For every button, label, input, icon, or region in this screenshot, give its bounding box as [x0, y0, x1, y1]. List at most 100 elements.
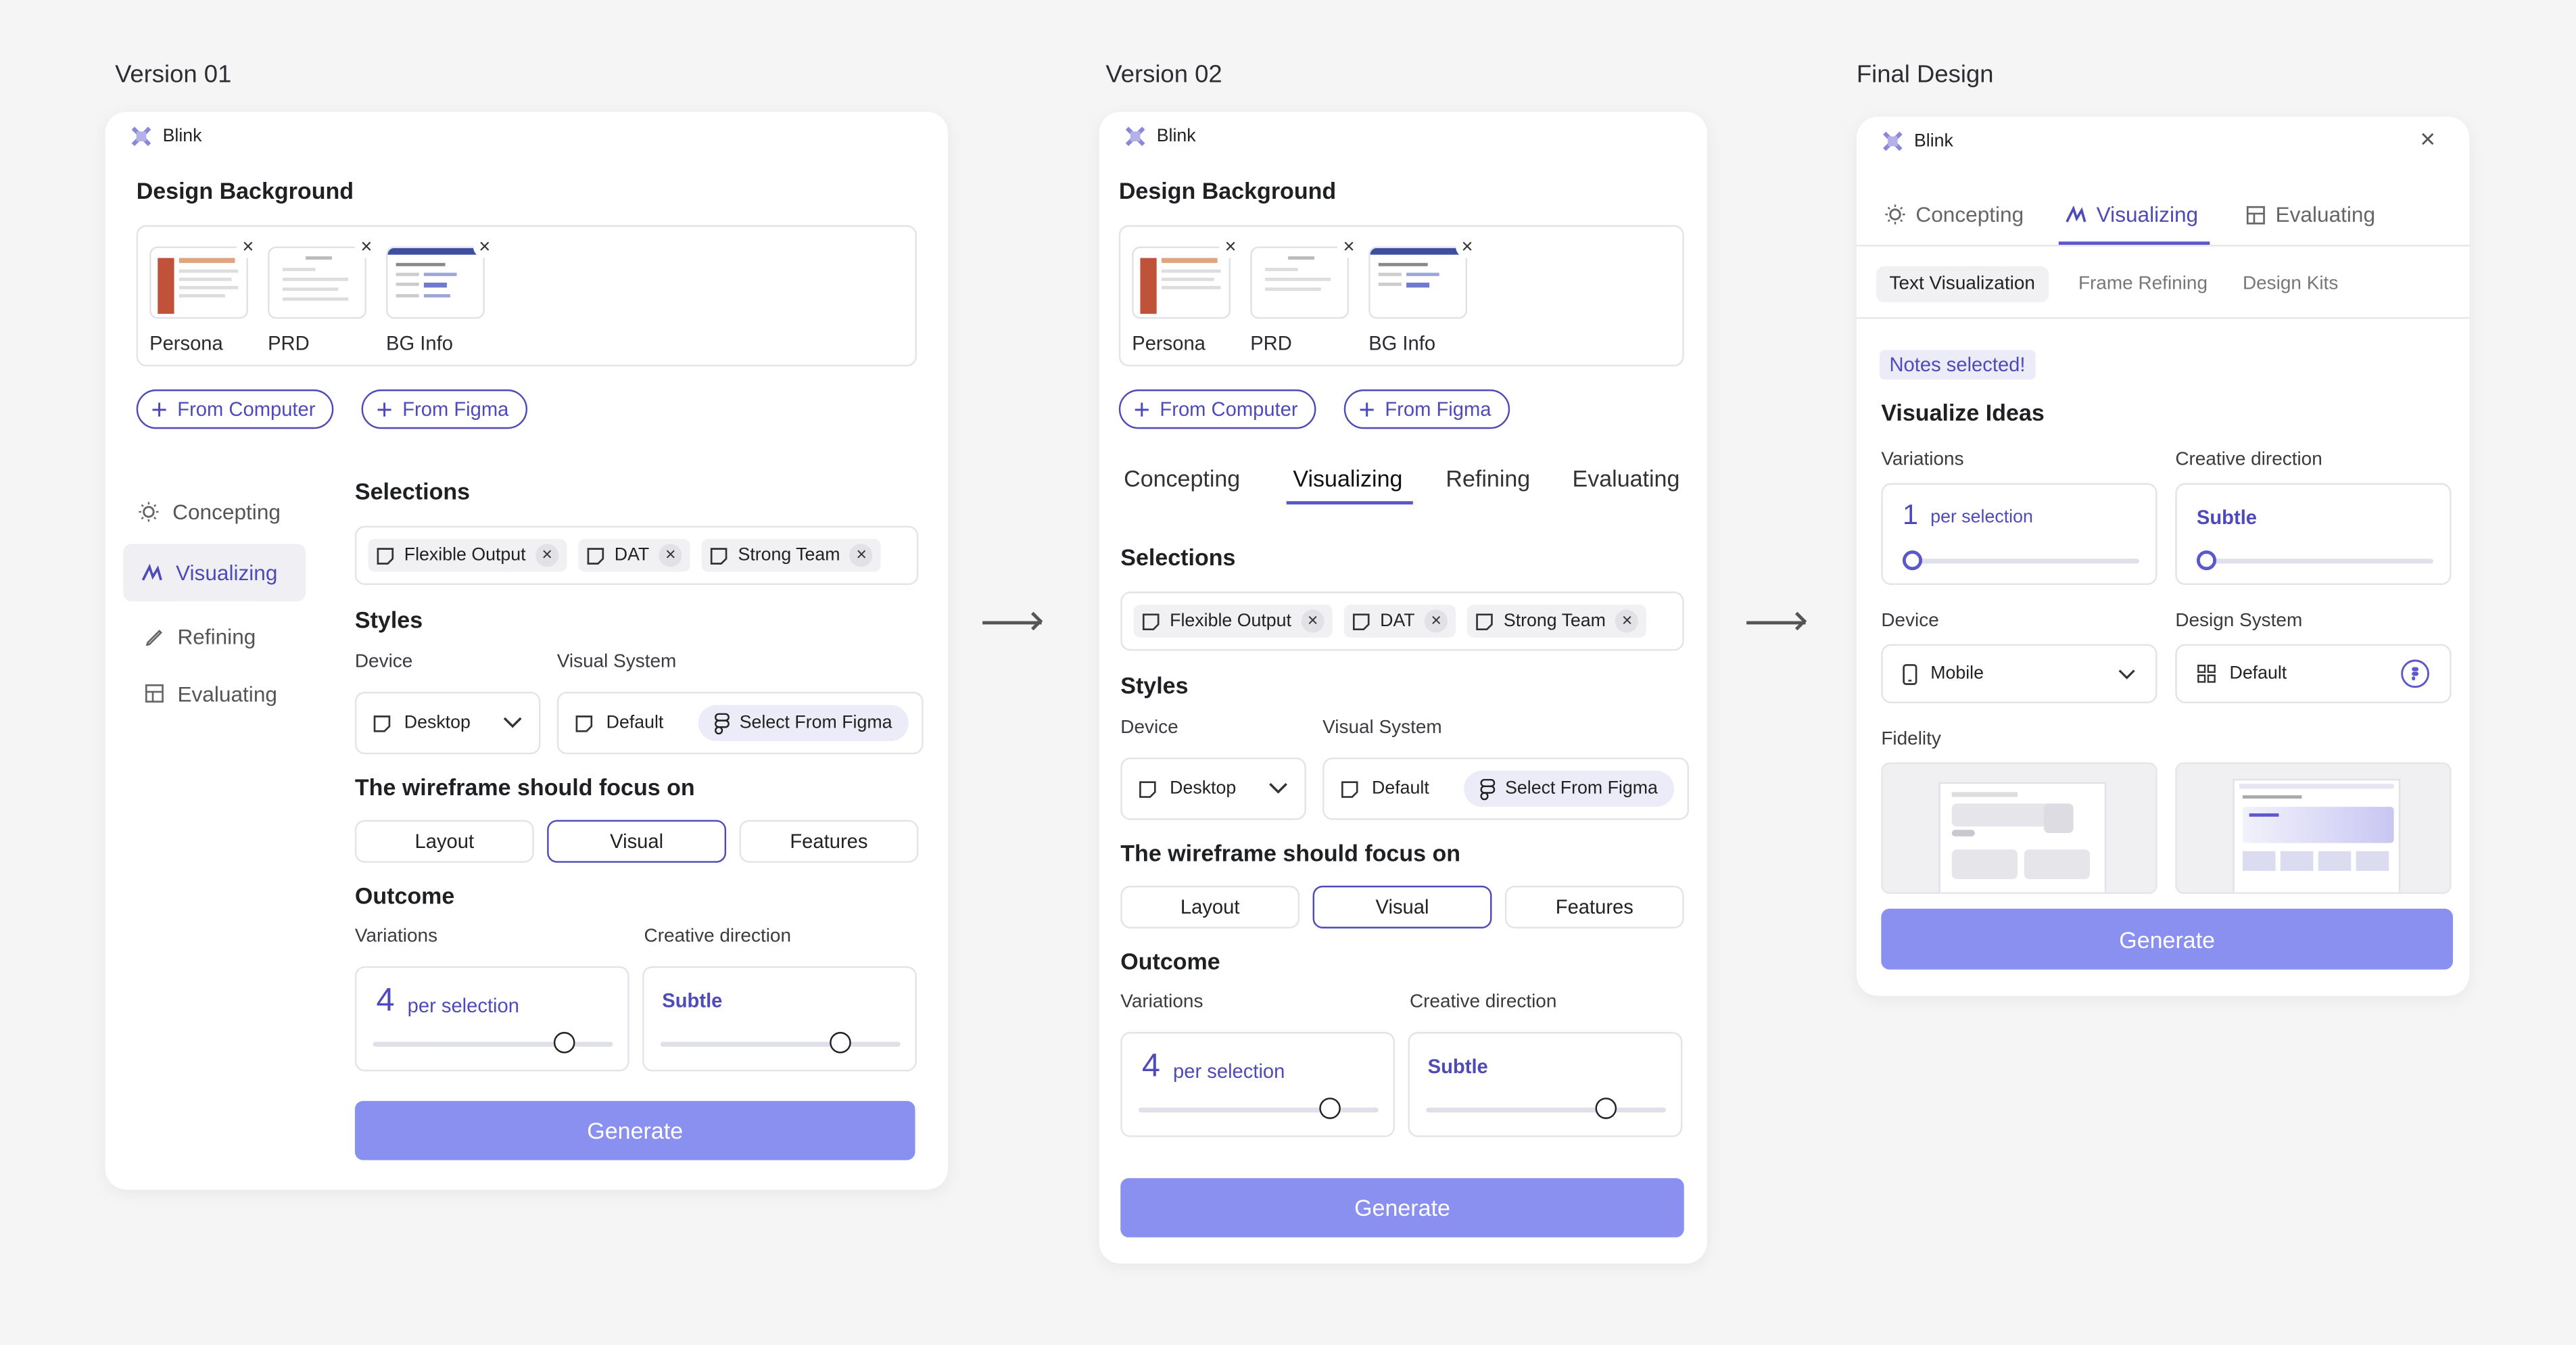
- figma-icon: [715, 712, 730, 734]
- variations-card: 1 per selection: [1881, 483, 2157, 586]
- figma-icon: [1480, 778, 1496, 800]
- remove-file-icon[interactable]: ×: [1337, 235, 1361, 258]
- device-select[interactable]: Mobile: [1881, 644, 2157, 704]
- subtab-text-visualization[interactable]: Text Visualization: [1876, 266, 2049, 303]
- remove-file-icon[interactable]: ×: [473, 235, 496, 258]
- tab-concepting[interactable]: Concepting: [1124, 465, 1240, 492]
- subtab-frame-refining[interactable]: Frame Refining: [2078, 275, 2208, 294]
- remove-chip-icon[interactable]: ×: [535, 544, 559, 567]
- visual-system-label: Visual System: [556, 652, 677, 672]
- file-caption: PRD: [268, 331, 310, 355]
- visual-system-label: Visual System: [1322, 717, 1442, 738]
- selection-chip[interactable]: Strong Team ×: [1467, 605, 1647, 638]
- chevron-down-icon: [1269, 782, 1287, 794]
- file-prd[interactable]: × PRD: [268, 235, 378, 355]
- tab-evaluating[interactable]: Evaluating: [1573, 465, 1680, 492]
- note-icon: [1139, 780, 1156, 797]
- styles-heading: Styles: [354, 606, 423, 633]
- creative-slider-track[interactable]: [2196, 559, 2433, 564]
- close-icon[interactable]: ×: [2420, 126, 2435, 156]
- sidebar-item-refining[interactable]: Refining: [145, 621, 256, 651]
- creative-slider-track[interactable]: [1426, 1107, 1667, 1113]
- blink-logo-icon: [1883, 131, 1903, 151]
- variations-slider-handle[interactable]: [1320, 1098, 1341, 1119]
- design-system-select[interactable]: Default: [2175, 644, 2452, 704]
- mobile-icon: [1903, 663, 1917, 684]
- tab-refining[interactable]: Refining: [1446, 465, 1530, 492]
- selection-chip[interactable]: Flexible Output ×: [1133, 605, 1333, 638]
- remove-chip-icon[interactable]: ×: [1615, 609, 1639, 633]
- notes-selected-badge: Notes selected!: [1879, 350, 2036, 380]
- remove-chip-icon[interactable]: ×: [659, 544, 682, 567]
- variations-slider-handle[interactable]: [1902, 550, 1923, 571]
- tab-evaluating[interactable]: Evaluating: [2246, 202, 2375, 227]
- file-persona[interactable]: × Persona: [149, 235, 260, 355]
- plus-icon: +: [1133, 393, 1150, 425]
- variations-slider-track[interactable]: [1902, 559, 2139, 564]
- fidelity-option-low[interactable]: [1881, 762, 2157, 894]
- sidebar-item-evaluating[interactable]: Evaluating: [145, 679, 277, 709]
- variations-slider-track[interactable]: [373, 1041, 613, 1047]
- prd-thumbnail: [1250, 246, 1350, 319]
- figma-icon[interactable]: [2400, 659, 2430, 688]
- brand-name: Blink: [1913, 131, 1953, 151]
- from-computer-button[interactable]: + From Computer: [1118, 389, 1316, 429]
- remove-file-icon[interactable]: ×: [1219, 235, 1243, 258]
- remove-file-icon[interactable]: ×: [236, 235, 260, 258]
- remove-file-icon[interactable]: ×: [354, 235, 378, 258]
- creative-slider-track[interactable]: [660, 1041, 901, 1047]
- variations-slider-handle[interactable]: [554, 1032, 576, 1054]
- visualize-icon: [2066, 205, 2086, 222]
- design-background-heading: Design Background: [136, 177, 354, 204]
- sidebar-item-concepting[interactable]: Concepting: [138, 496, 281, 526]
- device-select[interactable]: Desktop: [354, 692, 541, 755]
- creative-slider-handle[interactable]: [830, 1032, 851, 1054]
- remove-chip-icon[interactable]: ×: [1301, 609, 1325, 633]
- file-bg-info[interactable]: × BG Info: [386, 235, 496, 355]
- remove-chip-icon[interactable]: ×: [850, 544, 874, 567]
- from-computer-button[interactable]: + From Computer: [136, 389, 334, 429]
- lightbulb-icon: [1885, 204, 1905, 225]
- focus-option-layout[interactable]: Layout: [354, 820, 534, 863]
- file-caption: Persona: [149, 331, 223, 355]
- focus-option-visual[interactable]: Visual: [547, 820, 727, 863]
- creative-slider-handle[interactable]: [1595, 1098, 1617, 1119]
- subtab-design-kits[interactable]: Design Kits: [2243, 275, 2338, 294]
- device-label: Device: [1120, 717, 1178, 738]
- brand-name: Blink: [1156, 126, 1196, 147]
- generate-button[interactable]: Generate: [354, 1101, 915, 1160]
- generate-button[interactable]: Generate: [1120, 1178, 1684, 1237]
- selection-chip[interactable]: Strong Team ×: [702, 539, 882, 572]
- focus-option-visual[interactable]: Visual: [1312, 885, 1492, 928]
- visualize-icon: [141, 563, 162, 581]
- sidebar-item-visualizing[interactable]: Visualizing: [123, 544, 306, 602]
- from-figma-button[interactable]: + From Figma: [1343, 389, 1510, 429]
- from-figma-button[interactable]: + From Figma: [361, 389, 527, 429]
- selection-chip[interactable]: DAT ×: [578, 539, 691, 572]
- fidelity-option-high[interactable]: [2175, 762, 2452, 894]
- blink-logo-icon: [131, 126, 151, 146]
- device-select[interactable]: Desktop: [1120, 757, 1306, 820]
- tab-concepting[interactable]: Concepting: [1884, 202, 2024, 227]
- select-from-figma-button[interactable]: Select From Figma: [1464, 770, 1675, 807]
- generate-button[interactable]: Generate: [1881, 908, 2453, 970]
- evaluate-icon: [145, 684, 164, 703]
- creative-slider-handle[interactable]: [2196, 550, 2217, 571]
- selection-chip[interactable]: Flexible Output ×: [368, 539, 567, 572]
- focus-option-features[interactable]: Features: [1504, 885, 1684, 928]
- file-prd[interactable]: × PRD: [1250, 235, 1361, 355]
- selection-chip[interactable]: DAT ×: [1343, 605, 1456, 638]
- tab-visualizing[interactable]: Visualizing: [1293, 465, 1402, 492]
- remove-chip-icon[interactable]: ×: [1425, 609, 1448, 633]
- file-bg-info[interactable]: × BG Info: [1368, 235, 1479, 355]
- focus-option-layout[interactable]: Layout: [1120, 885, 1300, 928]
- final-design-title: Final Design: [1856, 60, 1994, 89]
- remove-file-icon[interactable]: ×: [1455, 235, 1479, 258]
- focus-option-features[interactable]: Features: [739, 820, 919, 863]
- tab-visualizing[interactable]: Visualizing: [2066, 202, 2198, 227]
- variations-value: 4: [1141, 1048, 1160, 1085]
- file-persona[interactable]: × Persona: [1132, 235, 1243, 355]
- variations-slider-track[interactable]: [1138, 1107, 1379, 1113]
- select-from-figma-button[interactable]: Select From Figma: [698, 705, 909, 741]
- device-label: Device: [1881, 611, 1939, 632]
